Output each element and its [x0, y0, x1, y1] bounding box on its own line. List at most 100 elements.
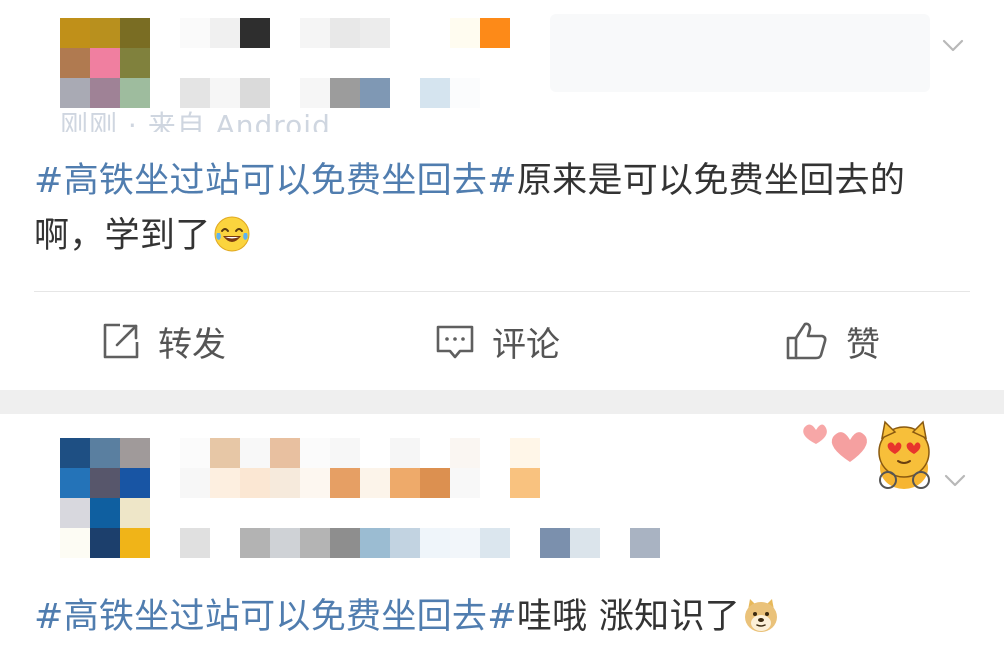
mosaic-cell	[60, 528, 90, 558]
mosaic-cell	[540, 528, 570, 558]
mosaic-cell	[450, 18, 480, 48]
chevron-down-icon[interactable]	[941, 34, 965, 58]
mosaic-cell	[120, 48, 150, 78]
divider	[34, 291, 970, 292]
mosaic-cell	[300, 528, 330, 558]
mosaic-cell	[480, 528, 510, 558]
mosaic-cell	[210, 528, 240, 558]
mosaic-cell	[120, 438, 150, 468]
mosaic-cell	[270, 468, 300, 498]
post-meta-partial: 刚刚 · 来自 Android	[60, 109, 331, 132]
repost-button[interactable]: 转发	[100, 318, 226, 365]
mosaic-cell	[240, 438, 270, 468]
mosaic-cell	[90, 528, 120, 558]
mosaic-cell	[630, 528, 660, 558]
username-pixelated[interactable]	[180, 18, 510, 48]
mosaic-cell	[120, 498, 150, 528]
blurred-region	[550, 14, 930, 92]
avatar-pixelated[interactable]	[60, 438, 150, 558]
heart-eyes-cat-sticker	[803, 420, 930, 489]
mosaic-cell	[330, 528, 360, 558]
mosaic-cell	[480, 78, 510, 108]
section-separator	[0, 390, 1004, 414]
mosaic-cell	[480, 18, 510, 48]
mosaic-cell	[270, 438, 300, 468]
mosaic-cell	[210, 18, 240, 48]
mosaic-cell	[600, 528, 630, 558]
mosaic-cell	[120, 18, 150, 48]
mosaic-cell	[90, 48, 120, 78]
thumbs-up-icon	[786, 322, 827, 360]
mosaic-cell	[510, 468, 540, 498]
topic-link[interactable]: #高铁坐过站可以免费坐回去#	[34, 161, 517, 201]
chevron-down-icon[interactable]	[943, 469, 967, 493]
mosaic-cell	[60, 498, 90, 528]
mosaic-cell	[540, 468, 570, 498]
mosaic-cell	[90, 498, 120, 528]
mosaic-cell	[270, 528, 300, 558]
mosaic-cell	[240, 18, 270, 48]
mosaic-cell	[360, 18, 390, 48]
post-body: 哇哦 涨知识了	[516, 597, 741, 637]
mosaic-cell	[360, 468, 390, 498]
mosaic-cell	[510, 438, 540, 468]
like-button[interactable]: 赞	[784, 318, 880, 365]
mosaic-cell	[420, 438, 450, 468]
repost-label: 转发	[158, 324, 226, 365]
mosaic-cell	[300, 18, 330, 48]
mosaic-cell	[540, 438, 570, 468]
mosaic-cell	[330, 468, 360, 498]
mosaic-cell	[450, 468, 480, 498]
mosaic-cell	[120, 528, 150, 558]
mosaic-cell	[420, 468, 450, 498]
comment-icon	[436, 325, 474, 359]
mosaic-cell	[60, 468, 90, 498]
mosaic-cell	[390, 438, 420, 468]
weibo-comment-1: 刚刚 · 来自 Android #高铁坐过站可以免费坐回去#原来是可以免费坐回去…	[0, 0, 1004, 390]
mosaic-cell	[210, 468, 240, 498]
mosaic-cell	[330, 438, 360, 468]
mosaic-cell	[60, 48, 90, 78]
mosaic-cell	[180, 468, 210, 498]
mosaic-cell	[420, 78, 450, 108]
mosaic-cell	[300, 438, 330, 468]
mosaic-cell	[450, 78, 480, 108]
mosaic-cell	[420, 18, 450, 48]
mosaic-cell	[480, 468, 510, 498]
mosaic-cell	[360, 78, 390, 108]
mosaic-cell	[180, 528, 210, 558]
repost-icon	[103, 323, 139, 359]
mosaic-cell	[300, 468, 330, 498]
mosaic-cell	[390, 78, 420, 108]
mosaic-cell	[390, 18, 420, 48]
mosaic-cell	[120, 468, 150, 498]
post-text: #高铁坐过站可以免费坐回去#哇哦 涨知识了	[34, 590, 974, 645]
mosaic-cell	[570, 528, 600, 558]
comment-button[interactable]: 评论	[434, 318, 560, 365]
mosaic-cell	[480, 438, 510, 468]
mosaic-cell	[420, 528, 450, 558]
mosaic-cell	[360, 438, 390, 468]
post-text: #高铁坐过站可以免费坐回去#原来是可以免费坐回去的啊，学到了	[34, 154, 974, 264]
mosaic-cell	[60, 438, 90, 468]
comment-label: 评论	[492, 324, 560, 365]
mosaic-cell	[180, 18, 210, 48]
mosaic-cell	[90, 438, 120, 468]
mosaic-cell	[330, 18, 360, 48]
mosaic-cell	[270, 18, 300, 48]
topic-link[interactable]: #高铁坐过站可以免费坐回去#	[34, 597, 517, 637]
mosaic-cell	[390, 528, 420, 558]
laugh-cry-emoji	[214, 216, 250, 252]
mosaic-cell	[60, 18, 90, 48]
mosaic-cell	[450, 528, 480, 558]
mosaic-cell	[90, 468, 120, 498]
mosaic-cell	[390, 468, 420, 498]
mosaic-cell	[240, 528, 270, 558]
like-label: 赞	[846, 324, 880, 365]
username-pixelated[interactable]	[180, 438, 570, 498]
mosaic-cell	[510, 528, 540, 558]
mosaic-cell	[240, 468, 270, 498]
meta-pixelated	[180, 528, 660, 558]
mosaic-cell	[450, 438, 480, 468]
avatar-pixelated[interactable]	[60, 18, 150, 108]
